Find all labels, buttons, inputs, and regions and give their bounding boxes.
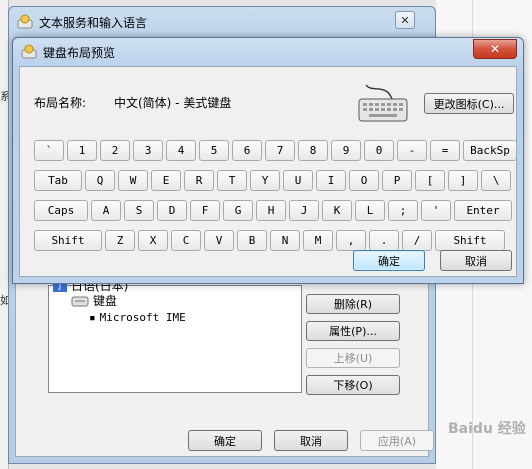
key-3-9: . <box>369 230 399 251</box>
key-2-10: ; <box>388 200 418 221</box>
move-down-button[interactable]: 下移(O) <box>306 375 400 395</box>
keyboard-preview-titlebar: 键盘布局预览 <box>21 42 115 62</box>
key-3-3: C <box>171 230 201 251</box>
key-3-5: B <box>237 230 267 251</box>
key-1-8: I <box>316 170 346 191</box>
globe-icon <box>17 14 33 29</box>
key-2-0: Caps <box>34 200 88 221</box>
installed-services-tree[interactable]: J 日语(日本) 键盘 ▪ Microsoft IME <box>48 279 302 393</box>
tree-row-item[interactable]: ▪ Microsoft IME <box>89 311 186 324</box>
keyboard-icon <box>71 296 89 306</box>
key-2-12: Enter <box>454 200 512 221</box>
key-1-13: \ <box>481 170 511 191</box>
key-1-2: W <box>118 170 148 191</box>
key-1-9: O <box>349 170 379 191</box>
key-1-6: Y <box>250 170 280 191</box>
key-1-7: U <box>283 170 313 191</box>
properties-button[interactable]: 属性(P)... <box>306 321 400 341</box>
key-1-12: ] <box>448 170 478 191</box>
key-3-6: N <box>270 230 300 251</box>
tree-row-category[interactable]: 键盘 <box>71 292 117 309</box>
watermark: Baidu 经验 <box>448 421 526 437</box>
close-icon: ✕ <box>400 13 410 27</box>
keyboard-preview-close-button[interactable]: ✕ <box>473 39 517 59</box>
key-0-10: 0 <box>364 140 394 161</box>
key-0-9: 9 <box>331 140 361 161</box>
layout-name-label: 布局名称: <box>34 96 87 110</box>
key-2-11: ' <box>421 200 451 221</box>
close-icon: ✕ <box>489 42 501 56</box>
dialog-ok-button[interactable]: 确定 <box>353 250 425 271</box>
key-0-8: 8 <box>298 140 328 161</box>
key-3-1: Z <box>105 230 135 251</box>
tree-bullet: ▪ <box>89 311 96 324</box>
key-0-5: 5 <box>199 140 229 161</box>
key-1-11: [ <box>415 170 445 191</box>
key-3-4: V <box>204 230 234 251</box>
back-cancel-button[interactable]: 取消 <box>274 430 348 451</box>
text-services-close-button[interactable]: ✕ <box>395 11 415 29</box>
key-0-13: BackSp <box>463 140 517 161</box>
layout-name-value: 中文(简体) - 美式键盘 <box>114 96 232 110</box>
key-1-4: R <box>184 170 214 191</box>
key-2-1: A <box>91 200 121 221</box>
key-0-0: ` <box>34 140 64 161</box>
key-2-7: J <box>289 200 319 221</box>
key-0-4: 4 <box>166 140 196 161</box>
key-0-3: 3 <box>133 140 163 161</box>
tree-category-label: 键盘 <box>93 294 118 308</box>
move-up-button[interactable]: 上移(U) <box>306 348 400 368</box>
key-3-2: X <box>138 230 168 251</box>
apply-button[interactable]: 应用(A) <box>360 430 434 451</box>
keyboard-preview-body: 布局名称: 中文(简体) - 美式键盘 更改图标(C)... ` 1 2 3 4 5 6 7 8… <box>19 66 517 277</box>
key-2-2: S <box>124 200 154 221</box>
text-services-titlebar: 文本服务和输入语言 <box>17 13 147 31</box>
dialog-cancel-button[interactable]: 取消 <box>440 250 512 271</box>
key-3-0: Shift <box>34 230 102 251</box>
key-2-9: L <box>355 200 385 221</box>
key-3-7: M <box>303 230 333 251</box>
globe-icon <box>21 44 37 59</box>
key-1-1: Q <box>85 170 115 191</box>
key-0-12: = <box>430 140 460 161</box>
key-1-5: T <box>217 170 247 191</box>
key-0-2: 2 <box>100 140 130 161</box>
key-2-5: G <box>223 200 253 221</box>
key-0-11: - <box>397 140 427 161</box>
keyboard-layout-preview-dialog: 键盘布局预览 ✕ 布局名称: 中文(简体) - 美式键盘 更改图标(C)... … <box>12 37 524 284</box>
change-icon-button[interactable]: 更改图标(C)... <box>424 93 514 114</box>
key-2-6: H <box>256 200 286 221</box>
keyboard-preview-title: 键盘布局预览 <box>43 45 116 60</box>
key-1-0: Tab <box>34 170 82 191</box>
key-1-10: P <box>382 170 412 191</box>
key-0-6: 6 <box>232 140 262 161</box>
key-2-8: K <box>322 200 352 221</box>
key-1-3: E <box>151 170 181 191</box>
back-ok-button[interactable]: 确定 <box>188 430 262 451</box>
key-3-10: / <box>402 230 432 251</box>
key-2-4: F <box>190 200 220 221</box>
remove-button[interactable]: 删除(R) <box>306 294 400 314</box>
key-3-11: Shift <box>435 230 505 251</box>
tree-item-label: Microsoft IME <box>99 311 186 324</box>
key-0-1: 1 <box>67 140 97 161</box>
key-0-7: 7 <box>265 140 295 161</box>
key-3-8: , <box>336 230 366 251</box>
keyboard-layout-icon <box>358 84 408 122</box>
text-services-title: 文本服务和输入语言 <box>39 15 148 30</box>
key-2-3: D <box>157 200 187 221</box>
